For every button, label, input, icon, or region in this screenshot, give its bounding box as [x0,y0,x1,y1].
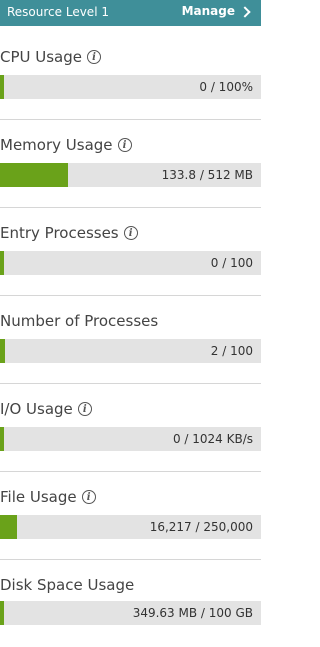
cpu-usage-fill [0,75,4,99]
info-icon[interactable]: i [77,402,92,416]
io-usage-bar: 0 / 1024 KB/s [0,427,261,451]
number-of-processes-fill [0,339,5,363]
file-usage-value: 16,217 / 250,000 [149,520,253,534]
metric-label: CPU Usage [0,48,83,66]
memory-usage-bar: 133.8 / 512 MB [0,163,261,187]
cpu-usage-bar: 0 / 100% [0,75,261,99]
metric-label: File Usage [0,488,77,506]
metric-label: I/O Usage [0,400,73,418]
entry-processes-bar: 0 / 100 [0,251,261,275]
entry-processes-value: 0 / 100 [210,256,253,270]
info-icon[interactable]: i [123,226,138,240]
resource-level-title: Resource Level 1 [7,5,109,19]
info-icon[interactable]: i [81,490,96,504]
memory-usage-value: 133.8 / 512 MB [161,168,253,182]
disk-space-usage-fill [0,601,4,625]
entry-processes-fill [0,251,4,275]
info-icon[interactable]: i [117,138,132,152]
info-icon[interactable]: i [87,50,102,64]
number-of-processes-bar: 2 / 100 [0,339,261,363]
manage-button[interactable]: Manage [181,4,251,18]
file-usage-fill [0,515,17,539]
file-usage-bar: 16,217 / 250,000 [0,515,261,539]
number-of-processes-value: 2 / 100 [210,344,253,358]
disk-space-usage-value: 349.63 MB / 100 GB [132,606,253,620]
metric-label: Disk Space Usage [0,576,135,594]
memory-usage-fill [0,163,68,187]
metric-label: Entry Processes [0,224,119,242]
cpu-usage-value: 0 / 100% [199,80,253,94]
metric-label: Memory Usage [0,136,113,154]
disk-space-usage-bar: 349.63 MB / 100 GB [0,601,261,625]
resource-level-header: Resource Level 1 Manage [0,0,261,26]
chevron-right-icon [239,5,251,18]
manage-label: Manage [181,4,235,18]
io-usage-value: 0 / 1024 KB/s [172,432,253,446]
io-usage-fill [0,427,4,451]
metric-label: Number of Processes [0,312,159,330]
